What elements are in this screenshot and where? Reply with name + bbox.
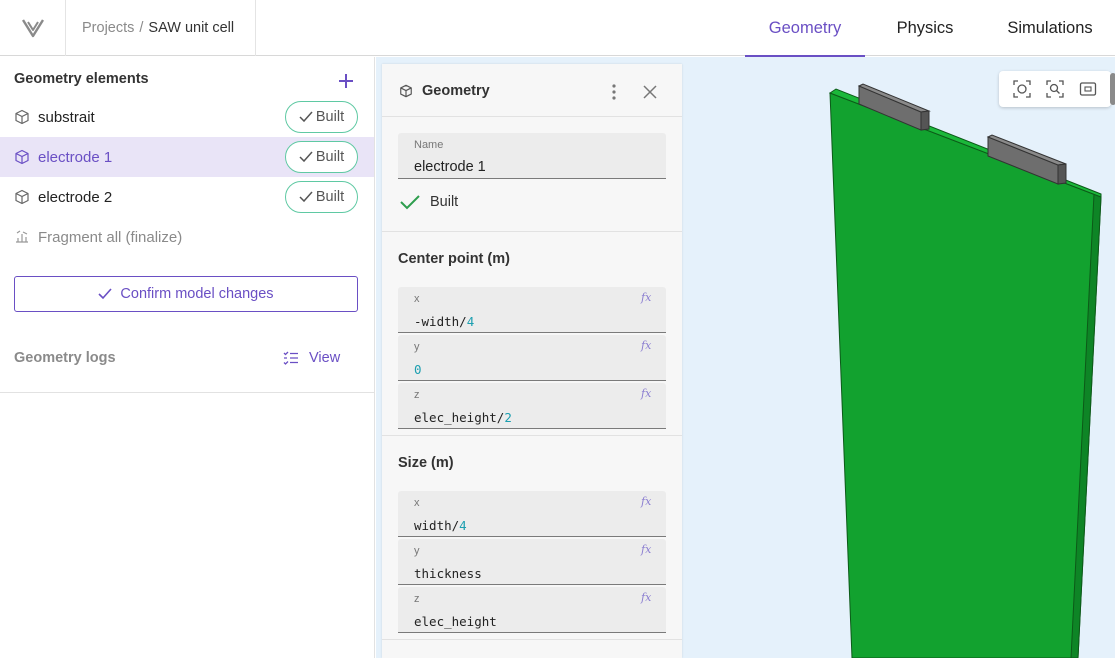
- breadcrumb-projects-link[interactable]: Projects: [82, 20, 134, 36]
- field-value: -width/4: [414, 314, 475, 329]
- geometry-elements-title: Geometry elements: [14, 71, 149, 87]
- tab-physics[interactable]: Physics: [865, 0, 985, 56]
- build-status: Built: [400, 194, 458, 210]
- breadcrumb-current: SAW unit cell: [148, 20, 235, 36]
- center-x-field[interactable]: x fx -width/4: [398, 287, 666, 333]
- zoom-fit-button[interactable]: [1044, 78, 1066, 100]
- size-x-field[interactable]: x fx width/4: [398, 491, 666, 537]
- field-label: z: [414, 593, 420, 605]
- add-element-button[interactable]: [334, 69, 358, 93]
- name-field-label: Name: [414, 139, 444, 151]
- fx-icon[interactable]: fx: [641, 291, 651, 304]
- focus-selection-button[interactable]: [1011, 78, 1033, 100]
- frame-icon: [1080, 82, 1097, 96]
- status-badge-label: Built: [315, 109, 345, 125]
- logo-icon: [21, 19, 44, 38]
- more-options-button[interactable]: [606, 82, 622, 102]
- element-label: electrode 2: [38, 188, 113, 206]
- cube-icon: [15, 189, 29, 205]
- element-label: electrode 1: [38, 148, 113, 166]
- field-value: elec_height/2: [414, 410, 512, 425]
- cube-icon: [400, 84, 412, 98]
- plus-icon: [339, 74, 353, 88]
- zoom-fit-icon: [1046, 80, 1064, 98]
- view-label: View: [309, 350, 341, 366]
- size-z-field[interactable]: z fx elec_height: [398, 587, 666, 633]
- divider: [0, 392, 374, 393]
- field-label: z: [414, 389, 420, 401]
- check-icon: [400, 195, 420, 210]
- size-y-field[interactable]: y fx thickness: [398, 539, 666, 585]
- cube-icon: [15, 109, 29, 125]
- frame-view-button[interactable]: [1077, 78, 1099, 100]
- check-icon: [299, 111, 313, 123]
- status-badge: Built: [285, 141, 358, 173]
- list-item-electrode-2[interactable]: electrode 2 Built: [0, 177, 374, 217]
- top-bar: Projects / SAW unit cell Geometry Physic…: [0, 0, 1115, 57]
- breadcrumb: Projects / SAW unit cell: [66, 0, 256, 56]
- close-panel-button[interactable]: [642, 84, 658, 100]
- list-item-substrait[interactable]: substrait Built: [0, 97, 374, 137]
- viewport-toolbar: [999, 71, 1111, 107]
- list-check-icon: [283, 351, 298, 365]
- close-icon: [643, 85, 657, 99]
- check-icon: [299, 151, 313, 163]
- field-value: width/4: [414, 518, 467, 533]
- electrode-1-side: [920, 110, 930, 131]
- divider: [382, 231, 682, 232]
- build-status-label: Built: [430, 194, 459, 210]
- field-value: elec_height: [414, 614, 497, 629]
- center-y-field[interactable]: y fx 0: [398, 335, 666, 381]
- electrode-2-side: [1057, 163, 1067, 185]
- field-label: y: [414, 341, 420, 353]
- field-label: x: [414, 293, 420, 305]
- center-point-title: Center point (m): [398, 251, 510, 267]
- center-z-field[interactable]: z fx elec_height/2: [398, 383, 666, 429]
- breadcrumb-separator: /: [139, 20, 144, 36]
- app-logo[interactable]: [0, 0, 66, 56]
- view-logs-button[interactable]: View: [283, 347, 340, 369]
- confirm-label: Confirm model changes: [120, 286, 274, 302]
- element-label: substrait: [38, 108, 95, 126]
- fx-icon[interactable]: fx: [641, 543, 651, 556]
- fx-icon[interactable]: fx: [641, 387, 651, 400]
- check-icon: [299, 191, 313, 203]
- status-badge-label: Built: [315, 189, 345, 205]
- tab-simulations[interactable]: Simulations: [985, 0, 1115, 56]
- more-vertical-icon: [612, 84, 616, 100]
- focus-icon: [1013, 80, 1031, 98]
- confirm-model-changes-button[interactable]: Confirm model changes: [14, 276, 358, 312]
- divider: [382, 639, 682, 640]
- list-item-electrode-1[interactable]: electrode 1 Built: [0, 137, 374, 177]
- fx-icon[interactable]: fx: [641, 591, 651, 604]
- status-badge: Built: [285, 101, 358, 133]
- properties-header: Geometry: [382, 64, 682, 117]
- status-badge: Built: [285, 181, 358, 213]
- geometry-logs-label: Geometry logs: [14, 350, 116, 366]
- fragment-icon: [16, 230, 28, 243]
- field-label: y: [414, 545, 420, 557]
- fx-icon[interactable]: fx: [641, 339, 651, 352]
- field-value: thickness: [414, 566, 482, 581]
- field-label: x: [414, 497, 420, 509]
- name-field[interactable]: Name electrode 1: [398, 133, 666, 179]
- element-label: Fragment all (finalize): [38, 228, 183, 246]
- geometry-sidebar: Geometry elements substrait Built electr…: [0, 57, 375, 658]
- list-item-fragment-all[interactable]: Fragment all (finalize): [0, 217, 374, 257]
- tab-geometry[interactable]: Geometry: [745, 0, 865, 57]
- cube-icon: [15, 149, 29, 165]
- check-icon: [98, 288, 113, 300]
- viewport-scroll-handle[interactable]: [1110, 73, 1115, 105]
- size-title: Size (m): [398, 455, 454, 471]
- divider: [382, 435, 682, 436]
- status-badge-label: Built: [315, 149, 345, 165]
- field-value: 0: [414, 362, 422, 377]
- geometry-properties-panel: Geometry Name electrode 1 Built Center p…: [382, 64, 682, 658]
- fx-icon[interactable]: fx: [641, 495, 651, 508]
- main-tabs: Geometry Physics Simulations: [745, 0, 1115, 57]
- name-field-value: electrode 1: [414, 159, 486, 175]
- properties-title: Geometry: [422, 83, 490, 99]
